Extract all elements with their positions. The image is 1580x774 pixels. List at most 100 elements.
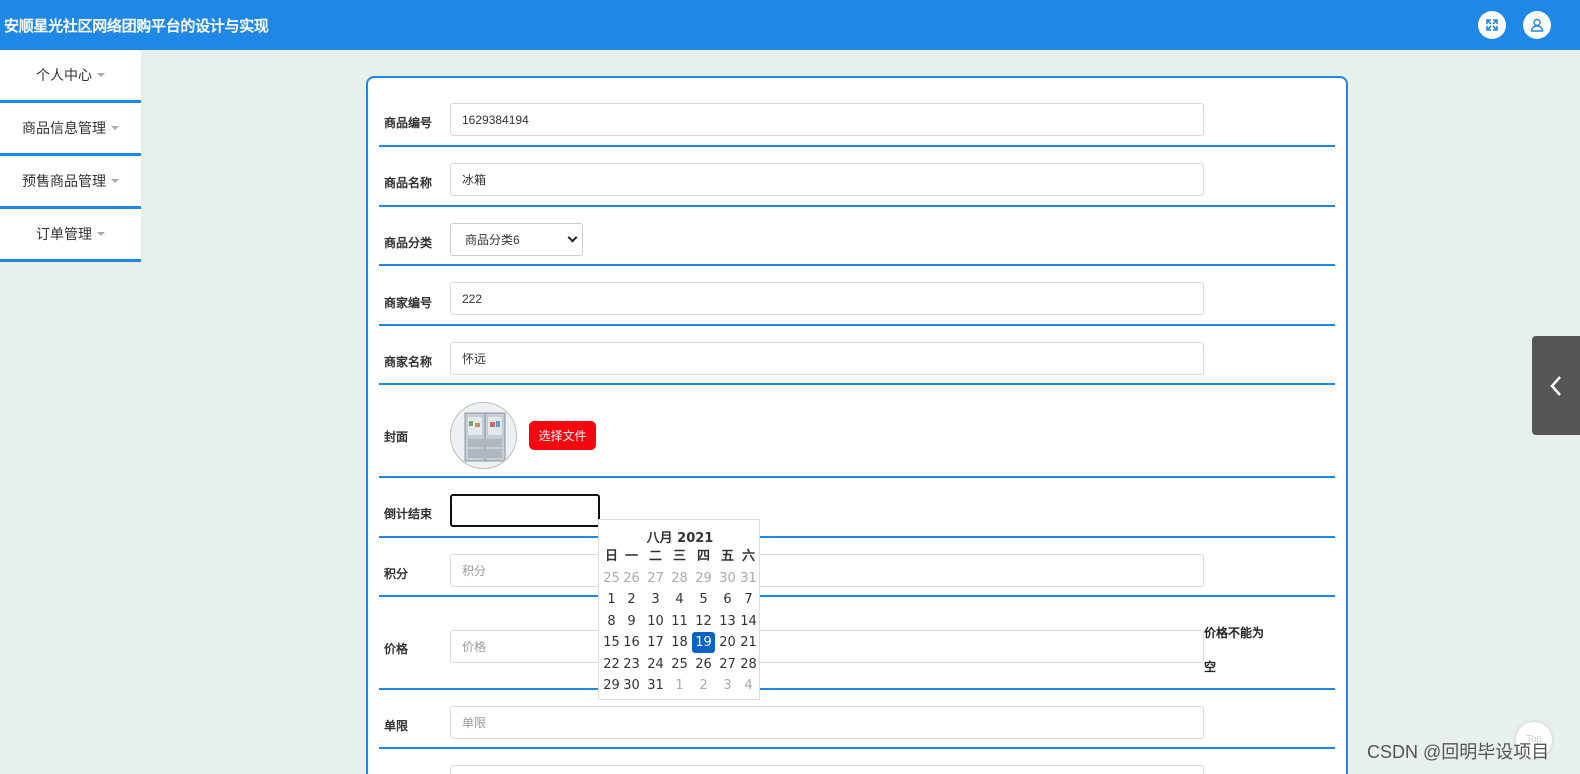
calendar-day[interactable]: 11 (668, 611, 691, 632)
calendar-weekday: 四 (696, 549, 710, 564)
calendar-day[interactable]: 23 (620, 654, 643, 675)
calendar-month-label: 八月 2021 (646, 531, 714, 546)
calendar-day[interactable]: 24 (644, 654, 667, 675)
countdown-date-input[interactable] (450, 494, 600, 527)
product-form: 商品编号 1629384194 商品名称 冰箱 商品分类 商品分类6 商家编号 … (366, 76, 1348, 774)
user-icon (1530, 18, 1544, 32)
sidebar-item-label: 订单管理 (36, 226, 92, 242)
form-row-limit: 单限 单限 (379, 690, 1335, 749)
calendar-weekday: 五 (720, 549, 734, 564)
calendar-day[interactable]: 1 (668, 675, 691, 696)
calendar-day[interactable]: 25 (668, 654, 691, 675)
chevron-down-icon (567, 232, 578, 243)
calendar-day[interactable]: 9 (620, 611, 643, 632)
form-row-product-name: 商品名称 冰箱 (379, 147, 1335, 207)
calendar-day-selected[interactable]: 19 (692, 632, 715, 653)
calendar-day[interactable]: 3 (644, 589, 667, 610)
calendar-weekday: 二 (648, 549, 662, 564)
top-header: 安顺星光社区网络团购平台的设计与实现 (0, 0, 1580, 50)
calendar-day[interactable]: 17 (644, 632, 667, 653)
calendar-weekday: 一 (624, 549, 638, 564)
form-row-price: 价格 价格 价格不能为 空 (379, 597, 1335, 690)
date-picker[interactable]: 八月 2021 日一二三四五六 25 26 27 28 29 30 31 1 2 3 4 5 6 7 8 9 10… (598, 519, 760, 700)
field-label: 商品编号 (384, 116, 433, 130)
field-label: 商品分类 (384, 236, 433, 250)
calendar-day[interactable]: 14 (737, 611, 760, 632)
sidebar-item-profile[interactable]: 个人中心 (0, 50, 141, 103)
category-select[interactable]: 商品分类6 (450, 223, 583, 256)
price-input[interactable]: 价格 (450, 630, 1204, 663)
calendar-day[interactable]: 26 (692, 654, 715, 675)
sidebar-item-product-info[interactable]: 商品信息管理 (0, 103, 141, 156)
product-code-input[interactable]: 1629384194 (450, 103, 1204, 136)
calendar-day[interactable]: 4 (737, 675, 760, 696)
calendar-day[interactable]: 31 (737, 568, 760, 589)
calendar-day[interactable]: 6 (716, 589, 739, 610)
calendar-day[interactable]: 29 (692, 568, 715, 589)
calendar-day[interactable]: 27 (716, 654, 739, 675)
field-label: 倒计结束 (384, 507, 433, 521)
chevron-left-icon (1550, 375, 1561, 396)
form-row-product-code: 商品编号 1629384194 (379, 88, 1335, 147)
form-row-category: 商品分类 商品分类6 (379, 207, 1335, 266)
form-row-merchant-name: 商家名称 怀远 (379, 326, 1335, 385)
calendar-day[interactable]: 28 (737, 654, 760, 675)
field-label: 商家名称 (384, 355, 433, 369)
calendar-day[interactable]: 2 (620, 589, 643, 610)
calendar-day[interactable]: 31 (644, 675, 667, 696)
calendar-day[interactable]: 30 (620, 675, 643, 696)
category-selected-value: 商品分类6 (465, 233, 520, 247)
calendar-day[interactable]: 28 (668, 568, 691, 589)
field-label: 商家编号 (384, 296, 433, 310)
calendar-day[interactable]: 3 (716, 675, 739, 696)
side-panel-toggle[interactable] (1532, 336, 1580, 435)
calendar-day[interactable]: 10 (644, 611, 667, 632)
fullscreen-button[interactable] (1478, 11, 1506, 39)
fullscreen-icon (1486, 19, 1498, 31)
app-title: 安顺星光社区网络团购平台的设计与实现 (4, 18, 269, 35)
calendar-day[interactable]: 7 (737, 589, 760, 610)
field-label: 单限 (384, 719, 409, 733)
watermark: CSDN @回明毕设项目 (1367, 742, 1550, 762)
calendar-day[interactable]: 4 (668, 589, 691, 610)
sidebar: 个人中心 商品信息管理 预售商品管理 订单管理 (0, 50, 141, 262)
cover-image (450, 402, 517, 469)
next-input[interactable] (450, 765, 1204, 774)
user-menu-button[interactable] (1523, 11, 1551, 39)
calendar-weekday: 六 (741, 549, 755, 564)
limit-input[interactable]: 单限 (450, 706, 1204, 739)
caret-down-icon (97, 73, 105, 77)
calendar-day[interactable]: 2 (692, 675, 715, 696)
calendar-day[interactable]: 13 (716, 611, 739, 632)
form-row-next (379, 749, 1335, 774)
price-error-message: 价格不能为 (1204, 626, 1265, 640)
calendar-day[interactable]: 27 (644, 568, 667, 589)
merchant-code-input[interactable]: 222 (450, 282, 1204, 315)
calendar-day[interactable]: 18 (668, 632, 691, 653)
caret-down-icon (111, 126, 119, 130)
form-row-countdown: 倒计结束 (379, 478, 1335, 538)
form-row-points: 积分 积分 (379, 538, 1335, 597)
field-label: 价格 (384, 642, 409, 656)
sidebar-item-label: 个人中心 (36, 67, 92, 83)
calendar-day[interactable]: 20 (716, 632, 739, 653)
field-label: 封面 (384, 430, 409, 444)
calendar-day[interactable]: 21 (737, 632, 760, 653)
form-row-merchant-code: 商家编号 222 (379, 266, 1335, 326)
caret-down-icon (111, 179, 119, 183)
sidebar-item-presale[interactable]: 预售商品管理 (0, 156, 141, 209)
field-label: 商品名称 (384, 176, 433, 190)
points-input[interactable]: 积分 (450, 554, 1204, 587)
choose-file-button[interactable]: 选择文件 (529, 421, 596, 450)
sidebar-item-orders[interactable]: 订单管理 (0, 209, 141, 262)
sidebar-item-label: 预售商品管理 (22, 173, 106, 189)
calendar-day[interactable]: 26 (620, 568, 643, 589)
calendar-day[interactable]: 12 (692, 611, 715, 632)
field-label: 积分 (384, 567, 409, 581)
product-name-input[interactable]: 冰箱 (450, 163, 1204, 196)
calendar-day[interactable]: 16 (620, 632, 643, 653)
calendar-day[interactable]: 5 (692, 589, 715, 610)
calendar-day[interactable]: 30 (716, 568, 739, 589)
merchant-name-input[interactable]: 怀远 (450, 342, 1204, 375)
calendar-weekday: 三 (672, 549, 686, 564)
